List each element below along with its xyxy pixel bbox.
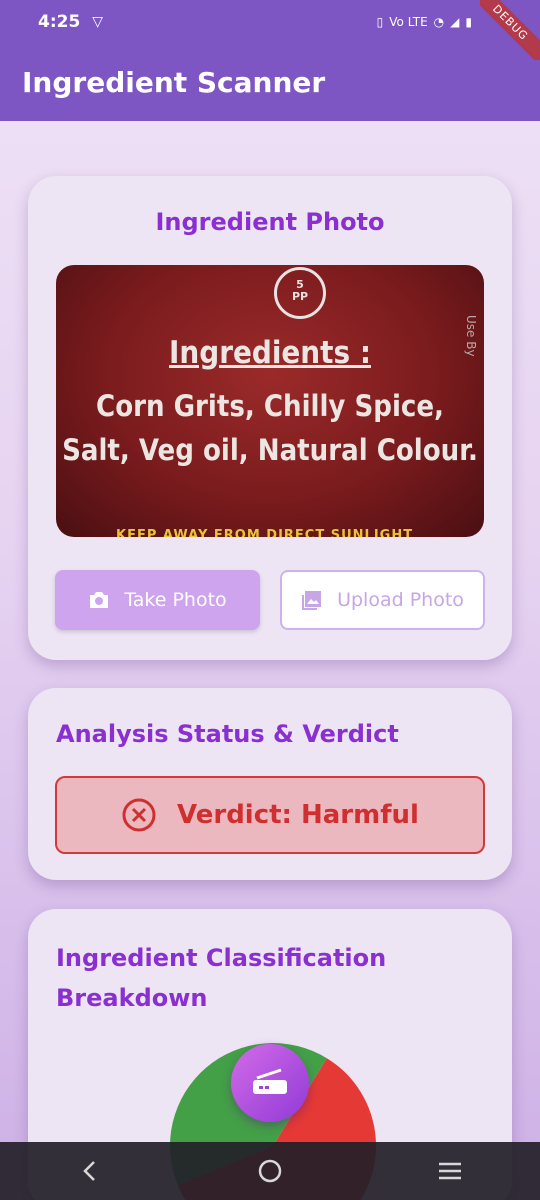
photo-card-title: Ingredient Photo	[155, 208, 385, 236]
ingredient-photo: 5 PP Ingredients : Corn Grits, Chilly Sp…	[56, 265, 484, 537]
camera-icon	[88, 590, 110, 610]
cancel-circle-icon	[121, 797, 157, 833]
photo-ingredients-heading: Ingredients :	[169, 335, 371, 371]
verdict-text: Verdict: Harmful	[177, 800, 419, 830]
scan-fab-button[interactable]	[231, 1044, 309, 1122]
status-bar: 4:25 ▽ ▯ Vo LTE ◔ ◢ ▮	[0, 0, 540, 44]
analysis-card-title: Analysis Status & Verdict	[56, 720, 399, 748]
system-nav-bar	[0, 1142, 540, 1200]
vibrate-icon: ▯	[376, 15, 384, 29]
take-photo-button[interactable]: Take Photo	[55, 570, 260, 630]
recents-icon[interactable]	[420, 1142, 480, 1200]
scanner-icon	[251, 1068, 289, 1098]
ingredient-photo-card: Ingredient Photo 5 PP Ingredients : Corn…	[28, 176, 512, 660]
upload-photo-label: Upload Photo	[337, 589, 464, 611]
photo-ingredients-line-1: Corn Grits, Chilly Spice,	[96, 389, 444, 423]
classification-card-title: Ingredient Classification Breakdown	[56, 944, 387, 1012]
status-indicators: ▯ Vo LTE ◔ ◢ ▮	[377, 15, 472, 29]
vpn-icon: ▽	[92, 14, 104, 30]
photo-side-text: Use By	[464, 315, 478, 357]
upload-photo-button[interactable]: Upload Photo	[280, 570, 485, 630]
home-icon[interactable]	[240, 1142, 300, 1200]
status-time: 4:25	[38, 12, 81, 32]
battery-icon: ▮	[465, 15, 472, 29]
photo-warning-strip: KEEP AWAY FROM DIRECT SUNLIGHT	[116, 528, 414, 537]
volte-indicator: Vo LTE	[389, 15, 428, 29]
verdict-banner: Verdict: Harmful	[55, 776, 485, 854]
image-icon	[301, 589, 323, 611]
analysis-card: Analysis Status & Verdict Verdict: Harmf…	[28, 688, 512, 880]
take-photo-label: Take Photo	[124, 589, 227, 611]
debug-ribbon-label: DEBUG	[480, 0, 540, 60]
back-icon[interactable]	[60, 1142, 120, 1200]
wifi-icon: ◔	[433, 15, 445, 29]
page-title: Ingredient Scanner	[22, 66, 326, 99]
photo-ingredients-line-2: Salt, Veg oil, Natural Colour.	[62, 433, 478, 467]
signal-icon: ◢	[450, 15, 460, 29]
recycle-code: 5	[296, 278, 304, 291]
app-bar: Ingredient Scanner	[0, 44, 540, 121]
recycle-symbol: 5 PP	[274, 267, 326, 319]
debug-banner: DEBUG	[480, 0, 540, 60]
recycle-label: PP	[291, 290, 309, 304]
